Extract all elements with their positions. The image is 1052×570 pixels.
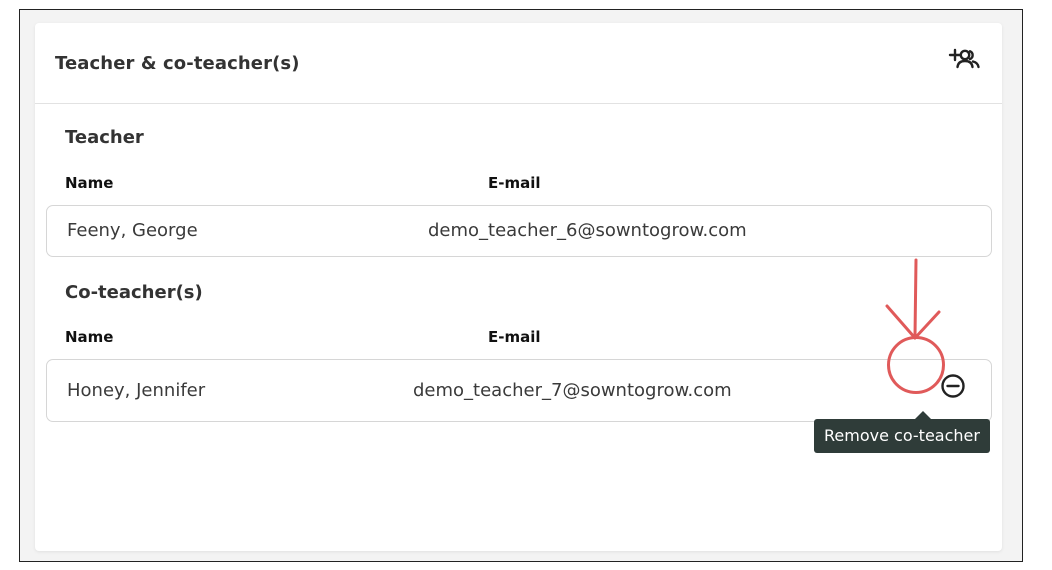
screenshot-frame: Teacher & co-teacher(s) Teacher Name E-m… <box>19 9 1023 562</box>
card-header: Teacher & co-teacher(s) <box>35 23 1002 104</box>
teacher-email: demo_teacher_6@sowntogrow.com <box>428 220 747 241</box>
teacher-name-header: Name <box>65 174 114 192</box>
teacher-row: Feeny, George demo_teacher_6@sowntogrow.… <box>46 205 992 257</box>
coteacher-section-title: Co-teacher(s) <box>65 282 203 303</box>
teacher-name: Feeny, George <box>67 220 198 241</box>
teacher-section-title: Teacher <box>65 127 144 148</box>
teacher-email-header: E-mail <box>488 174 541 192</box>
coteacher-email-header: E-mail <box>488 328 541 346</box>
coteacher-name-header: Name <box>65 328 114 346</box>
teachers-card: Teacher & co-teacher(s) Teacher Name E-m… <box>35 23 1002 551</box>
remove-circle-icon[interactable] <box>937 370 969 402</box>
coteacher-email: demo_teacher_7@sowntogrow.com <box>413 380 732 401</box>
remove-coteacher-tooltip: Remove co-teacher <box>814 419 990 453</box>
coteacher-row: Honey, Jennifer demo_teacher_7@sowntogro… <box>46 359 992 422</box>
tooltip-pointer <box>915 411 931 419</box>
add-person-icon[interactable] <box>948 47 984 75</box>
card-title: Teacher & co-teacher(s) <box>55 53 300 74</box>
coteacher-name: Honey, Jennifer <box>67 380 206 401</box>
